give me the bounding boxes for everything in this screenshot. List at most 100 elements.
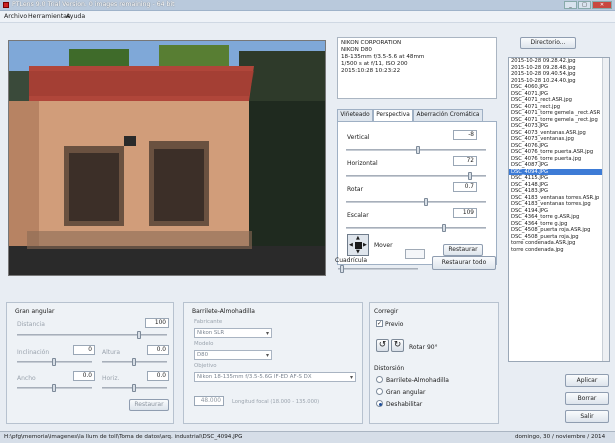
scale-slider-thumb[interactable] <box>442 224 446 232</box>
vertical-slider-thumb[interactable] <box>416 146 420 154</box>
wide-angle-panel: Gran angular Distancia 100 Inclinación 0… <box>6 302 174 424</box>
horiz-slider-thumb[interactable] <box>132 384 136 392</box>
width-slider-thumb[interactable] <box>52 384 56 392</box>
preview-label: Previo <box>385 321 404 328</box>
lens-select[interactable]: Nikon 18-135mm f/3.5-5.6G IF-ED AF-S DX <box>194 372 356 382</box>
slant-value[interactable]: 0 <box>73 345 95 355</box>
exif-line: NIKON CORPORATION <box>341 40 402 46</box>
file-list-item[interactable]: torre condenada.jpg <box>509 247 609 254</box>
model-select[interactable]: D80 <box>194 350 272 360</box>
status-date: domingo, 30 / noviembre / 2014 <box>515 434 606 440</box>
rotate-left-icon[interactable]: ↺ <box>376 339 389 352</box>
radio-barrel[interactable] <box>376 376 383 383</box>
horizontal-slider[interactable] <box>346 172 486 180</box>
wide-angle-reset-button[interactable]: Restaurar <box>129 399 169 411</box>
menu-ayuda[interactable]: Ayuda <box>66 13 85 20</box>
reset-all-button[interactable]: Restaurar todo <box>432 256 496 270</box>
tab-vignetting[interactable]: Viñeteado <box>337 109 373 121</box>
radio-wide-angle[interactable] <box>376 388 383 395</box>
tab-chromatic-aberration[interactable]: Aberración Cromática <box>413 109 483 121</box>
scale-value[interactable]: 109 <box>453 208 477 218</box>
distance-slider-thumb[interactable] <box>137 331 141 339</box>
arrow-right-icon[interactable]: ▶ <box>363 242 367 248</box>
horizontal-label: Horizontal <box>347 160 378 167</box>
wide-angle-title: Gran angular <box>15 308 55 315</box>
move-label: Mover <box>374 242 393 249</box>
grid-color-swatch[interactable] <box>405 249 425 259</box>
barrel-panel: Barrilete-Almohadilla Fabricante Nikon S… <box>183 302 363 424</box>
minimize-button[interactable]: _ <box>564 1 577 9</box>
arrow-down-icon[interactable]: ▼ <box>356 249 360 255</box>
status-bar: H:\pfg\memoria\imagenes\la llum de toll\… <box>0 431 615 443</box>
app-icon <box>3 2 9 8</box>
distance-label: Distancia <box>17 321 45 328</box>
horizontal-slider-thumb[interactable] <box>468 172 472 180</box>
rotate-slider-thumb[interactable] <box>424 198 428 206</box>
menu-bar: Archivo Herramientas Ayuda <box>0 11 615 23</box>
horiz-value[interactable]: 0.0 <box>147 371 169 381</box>
menu-herramientas[interactable]: Herramientas <box>28 13 70 20</box>
exif-line: 2015:10:28 10:23:22 <box>341 68 401 74</box>
maker-label: Fabricante <box>194 319 223 325</box>
height-slider-thumb[interactable] <box>132 358 136 366</box>
width-value[interactable]: 0.0 <box>73 371 95 381</box>
scale-slider[interactable] <box>346 224 486 232</box>
exif-line: NIKON D80 <box>341 47 372 53</box>
distance-slider[interactable] <box>17 331 167 339</box>
distance-value[interactable]: 100 <box>145 318 169 328</box>
focal-length-label: Longitud focal (18.000 - 135.000) <box>232 399 320 405</box>
vertical-slider[interactable] <box>346 146 486 154</box>
exif-line: 18-135mm f/3.5-5.6 at 48mm <box>341 54 425 60</box>
apply-button[interactable]: Aplicar <box>565 374 609 387</box>
building-photo <box>9 41 325 275</box>
grid-slider-thumb[interactable] <box>340 265 344 273</box>
model-label: Modelo <box>194 341 214 347</box>
radio-wide-angle-label: Gran angular <box>386 389 426 396</box>
rotate-right-icon[interactable]: ↻ <box>391 339 404 352</box>
width-label: Ancho <box>17 375 36 382</box>
file-list[interactable]: 2015-10-28 09.28.42.jpg 2015-10-28 09.28.… <box>508 57 610 362</box>
lens-label: Objetivo <box>194 363 217 369</box>
height-value[interactable]: 0.0 <box>147 345 169 355</box>
grid-slider[interactable] <box>338 265 418 273</box>
move-control[interactable]: ▲ ▼ ◀ ▶ <box>347 234 369 256</box>
perspective-reset-button[interactable]: Restaurar <box>443 244 483 256</box>
file-list-item[interactable]: DSC_4071_torre gemela _rect.ASR <box>509 110 609 117</box>
rotate-slider[interactable] <box>346 198 486 206</box>
window-controls: _ □ ✕ <box>564 1 612 9</box>
file-list-scrollbar[interactable] <box>602 58 609 361</box>
move-center-icon <box>355 242 362 249</box>
radio-disable[interactable] <box>376 400 383 407</box>
maker-select[interactable]: Nikon SLR <box>194 328 272 338</box>
horizontal-value[interactable]: 72 <box>453 156 477 166</box>
rotate-value[interactable]: 0.7 <box>453 182 477 192</box>
exit-button[interactable]: Salir <box>565 410 609 423</box>
height-slider[interactable] <box>102 358 167 366</box>
vertical-value[interactable]: -8 <box>453 130 477 140</box>
slant-slider[interactable] <box>17 358 92 366</box>
arrow-left-icon[interactable]: ◀ <box>349 242 353 248</box>
preview-checkbox[interactable]: ✓ <box>376 320 383 327</box>
rotate-label: Rotar <box>347 186 364 193</box>
width-slider[interactable] <box>17 384 92 392</box>
menu-archivo[interactable]: Archivo <box>4 13 27 20</box>
exif-line: 1/500 s at f/11, ISO 200 <box>341 61 408 67</box>
horiz-label: Horiz. <box>102 375 120 382</box>
perspective-panel: Vertical -8 Horizontal 72 Rotar 0.7 Esca… <box>337 121 497 265</box>
tab-strip: Viñeteado Perspectiva Aberración Cromáti… <box>337 109 497 122</box>
delete-button[interactable]: Borrar <box>565 392 609 405</box>
scale-label: Escalar <box>347 212 369 219</box>
focal-length-value[interactable]: 48.000 <box>194 396 224 406</box>
image-preview[interactable] <box>8 40 326 276</box>
slant-slider-thumb[interactable] <box>52 358 56 366</box>
rotate-90-label: Rotar 90° <box>409 344 438 351</box>
horiz-slider[interactable] <box>102 384 167 392</box>
directory-button[interactable]: Directorio... <box>520 37 576 49</box>
close-button[interactable]: ✕ <box>592 1 612 9</box>
maximize-button[interactable]: □ <box>578 1 591 9</box>
file-items: 2015-10-28 09.28.42.jpg 2015-10-28 09.28.… <box>509 58 609 253</box>
height-label: Altura <box>102 349 121 356</box>
window-title: PTLens 9.0 Trial Version. 0 images remai… <box>12 1 175 8</box>
radio-disable-label: Deshabilitar <box>386 401 423 408</box>
arrow-up-icon[interactable]: ▲ <box>356 235 360 241</box>
